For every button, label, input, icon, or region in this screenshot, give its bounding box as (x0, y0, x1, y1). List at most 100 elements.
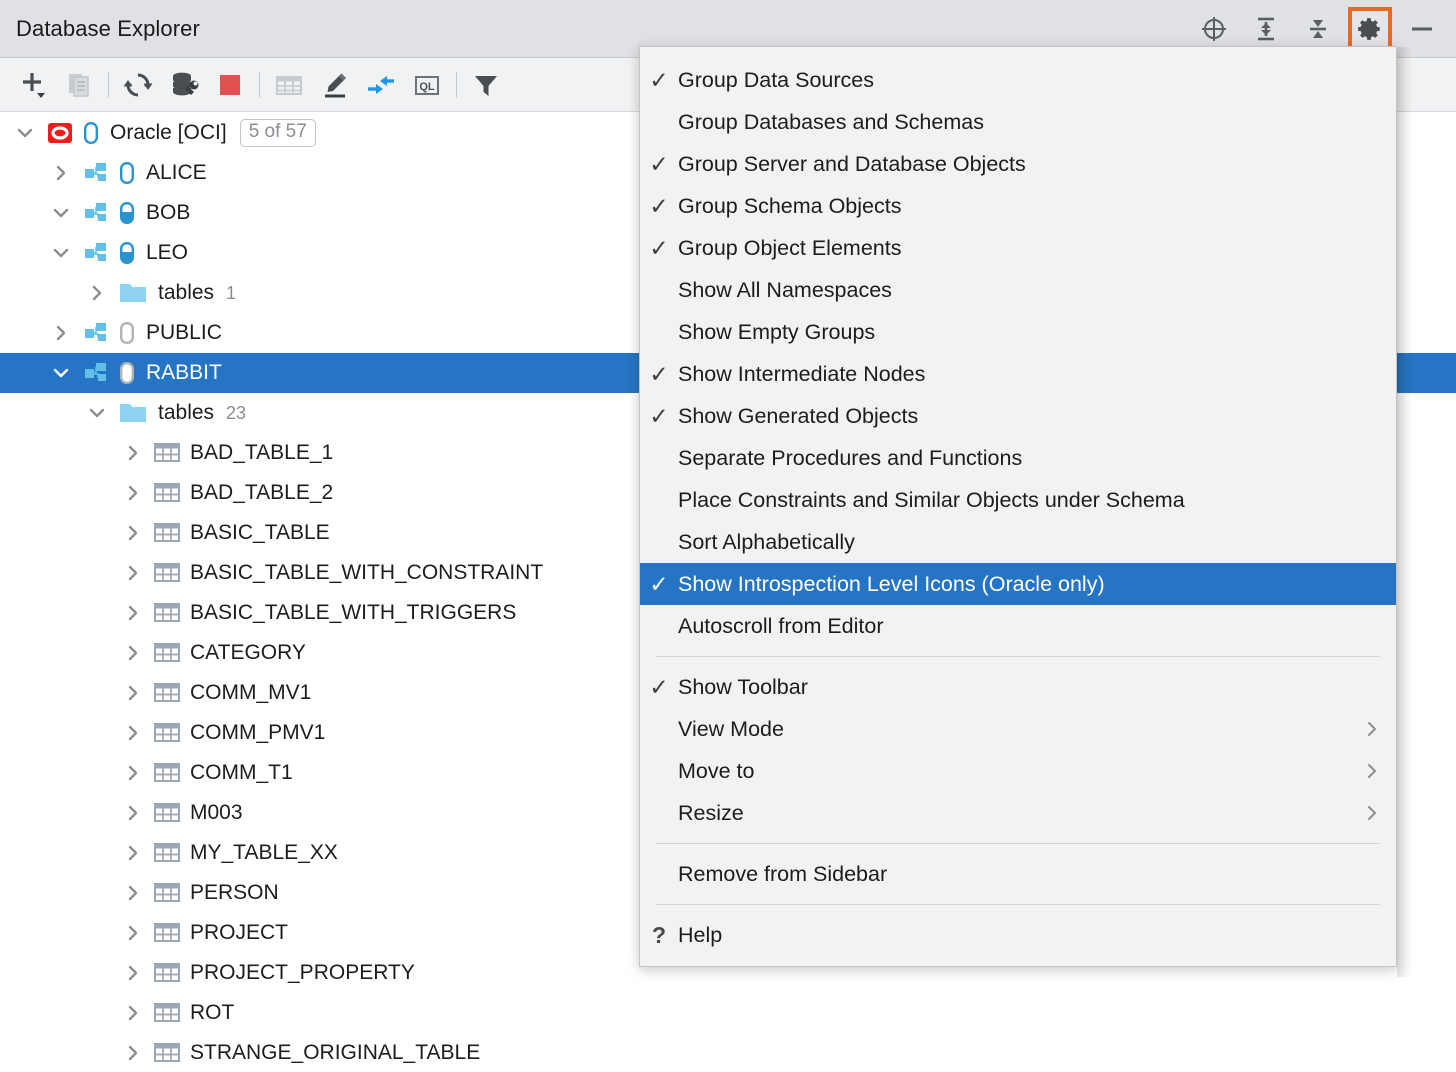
modify-icon[interactable] (312, 62, 358, 108)
menu-item[interactable]: Resize (640, 792, 1396, 834)
introspection-level-outline-icon (118, 160, 136, 186)
menu-item-label: Autoscroll from Editor (678, 614, 1382, 639)
menu-item-label: Group Object Elements (678, 236, 1382, 261)
chevron-right-icon[interactable] (50, 322, 72, 344)
menu-item[interactable]: ✓Show Intermediate Nodes (640, 353, 1396, 395)
menu-item[interactable]: ✓Show Generated Objects (640, 395, 1396, 437)
chevron-right-icon[interactable] (86, 282, 108, 304)
chevron-right-icon[interactable] (122, 682, 144, 704)
tree-row[interactable]: ROT (0, 993, 1456, 1033)
tree-row[interactable]: STRANGE_ORIGINAL_TABLE (0, 1033, 1456, 1072)
chevron-right-icon[interactable] (122, 562, 144, 584)
menu-item[interactable]: Autoscroll from Editor (640, 605, 1396, 647)
menu-item-label: Show Introspection Level Icons (Oracle o… (678, 572, 1382, 597)
tree-row-count: 1 (226, 283, 236, 304)
table-icon (154, 681, 180, 705)
chevron-right-icon[interactable] (122, 722, 144, 744)
gear-icon[interactable] (1348, 7, 1392, 51)
tree-row-label: COMM_T1 (190, 761, 293, 785)
chevron-right-icon[interactable] (122, 642, 144, 664)
table-icon (154, 601, 180, 625)
menu-item[interactable]: ✓Show Introspection Level Icons (Oracle … (640, 563, 1396, 605)
chevron-right-icon[interactable] (122, 762, 144, 784)
tree-row-label: BASIC_TABLE (190, 521, 330, 545)
add-icon[interactable] (10, 62, 56, 108)
chevron-right-icon[interactable] (122, 802, 144, 824)
menu-item-label: Show All Namespaces (678, 278, 1382, 303)
menu-item-label: Group Schema Objects (678, 194, 1382, 219)
tree-row-label: PROJECT (190, 921, 288, 945)
submenu-chevron-right-icon (1362, 803, 1382, 823)
table-icon (154, 761, 180, 785)
menu-item[interactable]: ✓Group Data Sources (640, 59, 1396, 101)
table-data-icon[interactable] (266, 62, 312, 108)
chevron-right-icon[interactable] (122, 962, 144, 984)
schema-icon (82, 359, 110, 387)
menu-item[interactable]: ✓Show Toolbar (640, 666, 1396, 708)
menu-item[interactable]: ?Help (640, 914, 1396, 956)
chevron-right-icon[interactable] (122, 482, 144, 504)
chevron-down-icon[interactable] (86, 402, 108, 424)
chevron-down-icon[interactable] (50, 202, 72, 224)
menu-item[interactable]: ✓Group Schema Objects (640, 185, 1396, 227)
database-tools-icon[interactable] (161, 62, 207, 108)
check-icon: ✓ (640, 195, 678, 218)
check-icon: ✓ (640, 676, 678, 699)
menu-item[interactable]: Move to (640, 750, 1396, 792)
menu-item-label: Show Toolbar (678, 675, 1382, 700)
table-icon (154, 961, 180, 985)
oracle-logo-icon (46, 119, 74, 147)
collapse-all-icon[interactable] (1296, 7, 1340, 51)
introspection-level-outline-icon (82, 120, 100, 146)
menu-item-label: Show Empty Groups (678, 320, 1382, 345)
check-icon: ✓ (640, 405, 678, 428)
menu-item[interactable]: Place Constraints and Similar Objects un… (640, 479, 1396, 521)
menu-item-label: Resize (678, 801, 1362, 826)
tree-row-label: CATEGORY (190, 641, 306, 665)
stop-icon[interactable] (207, 62, 253, 108)
tree-row-label: COMM_MV1 (190, 681, 311, 705)
minimize-icon[interactable] (1400, 7, 1444, 51)
chevron-down-icon[interactable] (50, 362, 72, 384)
menu-item[interactable]: Show All Namespaces (640, 269, 1396, 311)
chevron-down-icon[interactable] (14, 122, 36, 144)
chevron-right-icon[interactable] (122, 842, 144, 864)
options-context-menu: ✓Group Data SourcesGroup Databases and S… (639, 46, 1397, 967)
menu-item[interactable]: Separate Procedures and Functions (640, 437, 1396, 479)
separator-1 (108, 72, 109, 98)
duplicate-icon[interactable] (56, 62, 102, 108)
chevron-right-icon[interactable] (122, 522, 144, 544)
expand-all-icon[interactable] (1244, 7, 1288, 51)
submenu-chevron-right-icon (1362, 719, 1382, 739)
menu-separator (656, 904, 1380, 905)
menu-item[interactable]: Remove from Sidebar (640, 853, 1396, 895)
chevron-right-icon[interactable] (122, 1002, 144, 1024)
chevron-right-icon[interactable] (122, 442, 144, 464)
table-icon (154, 1001, 180, 1025)
menu-item[interactable]: Group Databases and Schemas (640, 101, 1396, 143)
menu-item[interactable]: Sort Alphabetically (640, 521, 1396, 563)
locate-icon[interactable] (1192, 7, 1236, 51)
query-console-icon[interactable]: QL (404, 62, 450, 108)
tree-row-label: PERSON (190, 881, 279, 905)
schema-icon (82, 159, 110, 187)
jump-to-icon[interactable] (358, 62, 404, 108)
chevron-right-icon[interactable] (122, 882, 144, 904)
menu-item-label: Move to (678, 759, 1362, 784)
menu-item[interactable]: ✓Group Object Elements (640, 227, 1396, 269)
menu-item-label: Help (678, 923, 1382, 948)
menu-separator (656, 656, 1380, 657)
filter-icon[interactable] (463, 62, 509, 108)
menu-item[interactable]: ✓Group Server and Database Objects (640, 143, 1396, 185)
chevron-right-icon[interactable] (122, 602, 144, 624)
table-icon (154, 801, 180, 825)
refresh-icon[interactable] (115, 62, 161, 108)
chevron-down-icon[interactable] (50, 242, 72, 264)
schema-icon (82, 319, 110, 347)
chevron-right-icon[interactable] (50, 162, 72, 184)
tree-row-label: tables (158, 401, 214, 425)
menu-item[interactable]: Show Empty Groups (640, 311, 1396, 353)
chevron-right-icon[interactable] (122, 1042, 144, 1064)
menu-item[interactable]: View Mode (640, 708, 1396, 750)
chevron-right-icon[interactable] (122, 922, 144, 944)
